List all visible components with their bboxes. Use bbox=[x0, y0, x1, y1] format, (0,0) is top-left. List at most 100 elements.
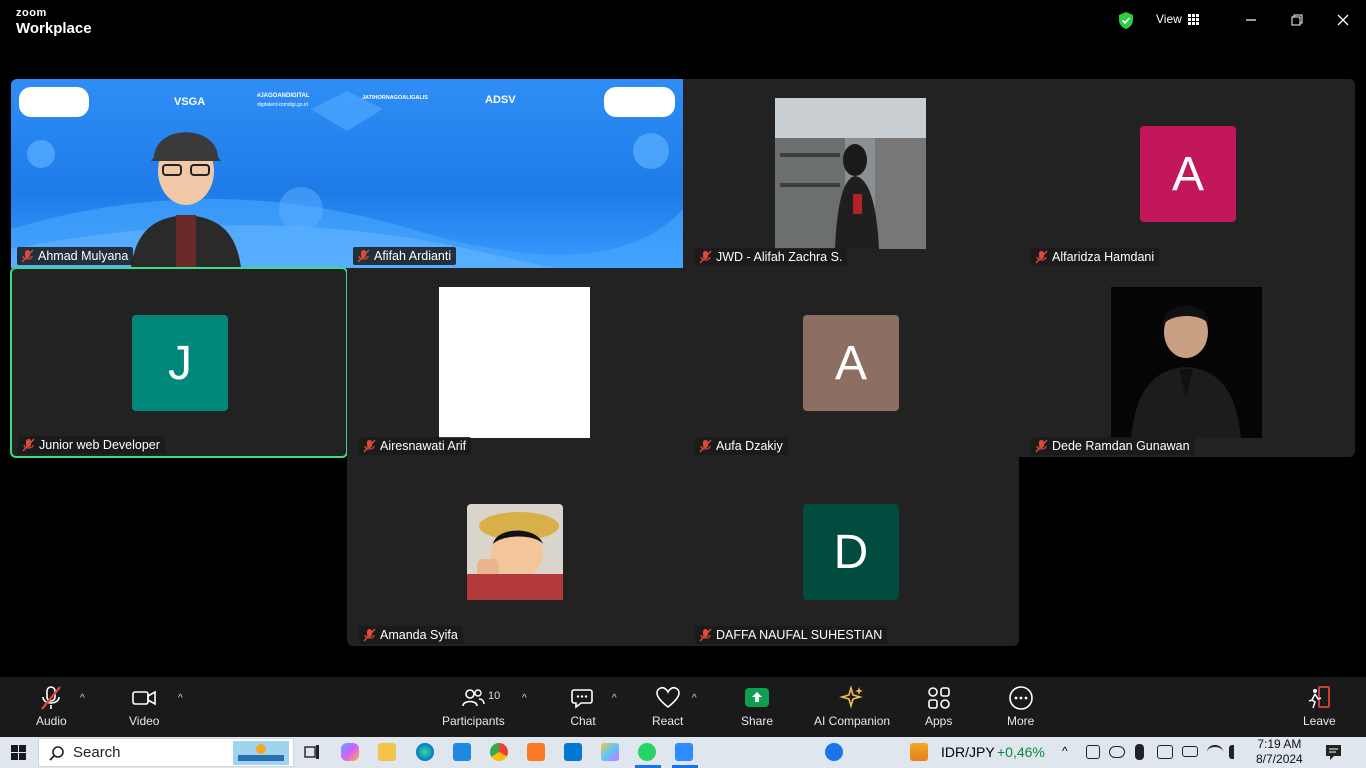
participant-nametag: Aufa Dzakiy bbox=[695, 437, 788, 455]
participant-video bbox=[775, 98, 926, 249]
stock-ticker-change[interactable]: +0,46% bbox=[997, 744, 1045, 760]
participant-tile[interactable]: Airesnawati Arif bbox=[347, 268, 683, 457]
vscode-icon[interactable] bbox=[564, 743, 582, 761]
more-label: More bbox=[1007, 714, 1035, 728]
search-icon bbox=[49, 745, 64, 761]
taskbar-clock[interactable]: 7:19 AM 8/7/2024 bbox=[1256, 737, 1303, 767]
participant-name: Dede Ramdan Gunawan bbox=[1052, 439, 1190, 453]
react-options-caret-icon[interactable]: ^ bbox=[692, 693, 697, 704]
participant-tile[interactable]: A Aufa Dzakiy bbox=[683, 268, 1019, 457]
participant-name: Afifah Ardianti bbox=[374, 249, 452, 263]
sparkle-icon bbox=[839, 685, 864, 709]
notifications-icon[interactable] bbox=[1325, 744, 1342, 761]
participant-name: Junior web Developer bbox=[39, 438, 160, 452]
participant-tile[interactable]: Dede Ramdan Gunawan bbox=[1019, 268, 1355, 457]
participant-tile-active-speaker[interactable]: J Junior web Developer bbox=[10, 267, 348, 458]
participants-options-caret-icon[interactable]: ^ bbox=[522, 693, 527, 704]
help-icon[interactable] bbox=[825, 743, 843, 761]
app-icon[interactable] bbox=[601, 743, 619, 761]
wifi-icon[interactable] bbox=[1207, 745, 1223, 759]
muted-mic-icon bbox=[699, 250, 712, 264]
react-button[interactable]: React bbox=[652, 685, 683, 728]
apps-icon bbox=[927, 687, 950, 709]
cloud-icon[interactable] bbox=[1109, 746, 1125, 758]
slide-brand-1: VSGA bbox=[174, 96, 206, 108]
muted-mic-icon bbox=[357, 249, 370, 263]
windows-start-icon[interactable] bbox=[11, 745, 26, 760]
muted-mic-icon bbox=[22, 438, 35, 452]
microphone-icon[interactable] bbox=[1135, 744, 1144, 760]
chrome-icon[interactable] bbox=[490, 743, 508, 761]
mail-icon[interactable] bbox=[453, 743, 471, 761]
muted-mic-icon bbox=[1035, 439, 1048, 453]
brand-main: Workplace bbox=[16, 20, 92, 37]
brand-small: zoom bbox=[16, 7, 47, 19]
zoom-app-icon[interactable] bbox=[675, 743, 693, 761]
participant-avatar: A bbox=[1140, 126, 1236, 222]
edge-browser-icon[interactable] bbox=[416, 743, 434, 761]
participants-label: Participants bbox=[442, 714, 505, 728]
share-button[interactable]: Share bbox=[741, 685, 773, 728]
participant-tile[interactable]: D DAFFA NAUFAL SUHESTIAN bbox=[683, 457, 1019, 646]
ai-companion-button[interactable]: AI Companion bbox=[814, 685, 890, 728]
view-button[interactable]: View bbox=[1156, 12, 1199, 26]
chat-options-caret-icon[interactable]: ^ bbox=[612, 693, 617, 704]
slide-link: digitalent.komdigi.go.id bbox=[257, 102, 308, 108]
windows-taskbar: Search IDR/JPY +0,46% ^ 7:19 AM 8/7/2024 bbox=[0, 737, 1366, 768]
copilot-icon[interactable] bbox=[341, 743, 359, 761]
participant-nametag: Junior web Developer bbox=[18, 436, 165, 454]
file-explorer-icon[interactable] bbox=[378, 743, 396, 761]
display-icon[interactable] bbox=[1157, 745, 1173, 759]
title-bar: zoom Workplace View bbox=[0, 0, 1366, 44]
speaker-icon[interactable] bbox=[1229, 745, 1243, 759]
xampp-icon[interactable] bbox=[527, 743, 545, 761]
whatsapp-icon[interactable] bbox=[638, 743, 656, 761]
participant-avatar: J bbox=[132, 315, 228, 411]
participant-tile[interactable]: JWD - Alifah Zachra S. bbox=[683, 79, 1019, 268]
audio-button[interactable]: Audio bbox=[36, 685, 67, 728]
muted-mic-icon bbox=[21, 249, 34, 263]
grid-icon bbox=[1187, 13, 1199, 25]
video-options-caret-icon[interactable]: ^ bbox=[178, 693, 183, 704]
chat-button[interactable]: Chat bbox=[570, 685, 596, 728]
muted-mic-icon bbox=[699, 628, 712, 642]
share-label: Share bbox=[741, 714, 774, 728]
muted-mic-icon bbox=[699, 439, 712, 453]
share-screen-icon bbox=[745, 688, 770, 707]
participant-name: Ahmad Mulyana bbox=[38, 249, 129, 263]
restore-icon[interactable] bbox=[1287, 10, 1307, 30]
battery-icon[interactable] bbox=[1182, 746, 1198, 757]
participant-name: JWD - Alifah Zachra S. bbox=[716, 250, 843, 264]
stock-ticker-name[interactable]: IDR/JPY bbox=[941, 744, 995, 760]
close-icon[interactable] bbox=[1333, 10, 1353, 30]
clock-date: 8/7/2024 bbox=[1256, 752, 1303, 766]
more-button[interactable]: More bbox=[1007, 685, 1034, 728]
participant-name: Aufa Dzakiy bbox=[716, 439, 783, 453]
task-view-icon[interactable] bbox=[303, 743, 321, 761]
minimize-icon[interactable] bbox=[1241, 10, 1261, 30]
participant-name: Airesnawati Arif bbox=[380, 439, 467, 453]
participant-tile[interactable]: A Alfaridza Hamdani bbox=[1019, 79, 1355, 268]
participant-avatar: A bbox=[803, 315, 899, 411]
stock-ticker-icon bbox=[910, 743, 928, 761]
participant-tile[interactable]: Amanda Syifa bbox=[347, 457, 683, 646]
heart-icon bbox=[655, 686, 680, 709]
presenter-avatar bbox=[131, 132, 241, 268]
chevron-up-icon[interactable]: ^ bbox=[1062, 744, 1068, 758]
muted-mic-icon bbox=[1035, 250, 1048, 264]
apps-button[interactable]: Apps bbox=[925, 685, 952, 728]
participant-nametag: DAFFA NAUFAL SUHESTIAN bbox=[695, 626, 888, 644]
react-label: React bbox=[652, 714, 684, 728]
participant-video bbox=[439, 287, 590, 438]
video-button[interactable]: Video bbox=[129, 685, 159, 728]
taskbar-search[interactable]: Search bbox=[38, 738, 294, 767]
shared-screen-tile[interactable]: VSGA #JAGOANDIGITAL digitalent.komdigi.g… bbox=[11, 79, 683, 268]
tray-app-icon[interactable] bbox=[1086, 745, 1100, 759]
participant-nametag: Dede Ramdan Gunawan bbox=[1031, 437, 1195, 455]
audio-options-caret-icon[interactable]: ^ bbox=[80, 693, 85, 704]
clock-time: 7:19 AM bbox=[1257, 737, 1302, 751]
shield-check-icon[interactable] bbox=[1117, 11, 1135, 30]
participant-nametag: Afifah Ardianti bbox=[353, 247, 457, 265]
leave-button[interactable]: Leave bbox=[1303, 685, 1336, 728]
view-label: View bbox=[1156, 12, 1182, 26]
